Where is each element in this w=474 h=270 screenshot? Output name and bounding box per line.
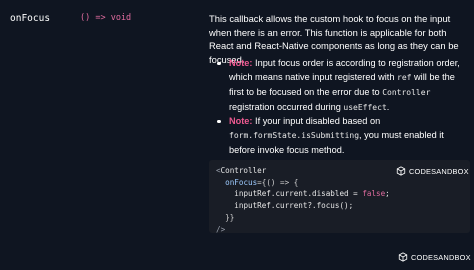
note-label: Note: — [229, 58, 253, 68]
code-token: /> — [216, 224, 226, 234]
code-token: }} — [225, 212, 235, 222]
code-block: <Controller onFocus={() => { inputRef.cu… — [216, 165, 390, 235]
code-token: onFocus — [225, 177, 258, 187]
codesandbox-icon — [396, 166, 406, 176]
note-text: . — [386, 102, 390, 112]
prop-type: () => void — [80, 13, 132, 23]
code-example: <Controller onFocus={() => { inputRef.cu… — [209, 160, 470, 235]
code-token: false — [362, 189, 386, 199]
codesandbox-label: CODESANDBOX — [411, 252, 471, 262]
note-text: If your input disabled based on — [252, 116, 381, 126]
code-token: Controller — [220, 166, 267, 175]
notes-list-2: Note: If your input disabled based on fo… — [209, 114, 471, 157]
codesandbox-button[interactable]: CODESANDBOX — [396, 166, 469, 176]
codesandbox-label: CODESANDBOX — [409, 166, 469, 176]
code-token: ={() => { — [257, 177, 299, 187]
note-label: Note: — [229, 116, 253, 126]
note-item-1: Note: Input focus order is according to … — [209, 56, 471, 115]
prop-name: onFocus — [10, 13, 51, 24]
codesandbox-button-bottom[interactable]: CODESANDBOX — [398, 252, 471, 262]
codesandbox-icon — [398, 252, 408, 262]
inline-code: Controller — [382, 88, 431, 97]
inline-code: form.formState.isSubmitting — [229, 131, 360, 140]
code-token: inputRef.current?.focus(); — [234, 201, 354, 211]
inline-code: useEffect — [343, 103, 387, 112]
note-item-2: Note: If your input disabled based on fo… — [209, 114, 471, 157]
notes-list: Note: Input focus order is according to … — [209, 56, 471, 115]
inline-code: ref — [397, 73, 412, 82]
note-text: registration occurred during — [229, 102, 344, 112]
code-token: inputRef.current.disabled = — [234, 189, 363, 199]
code-token: ; — [385, 189, 390, 199]
